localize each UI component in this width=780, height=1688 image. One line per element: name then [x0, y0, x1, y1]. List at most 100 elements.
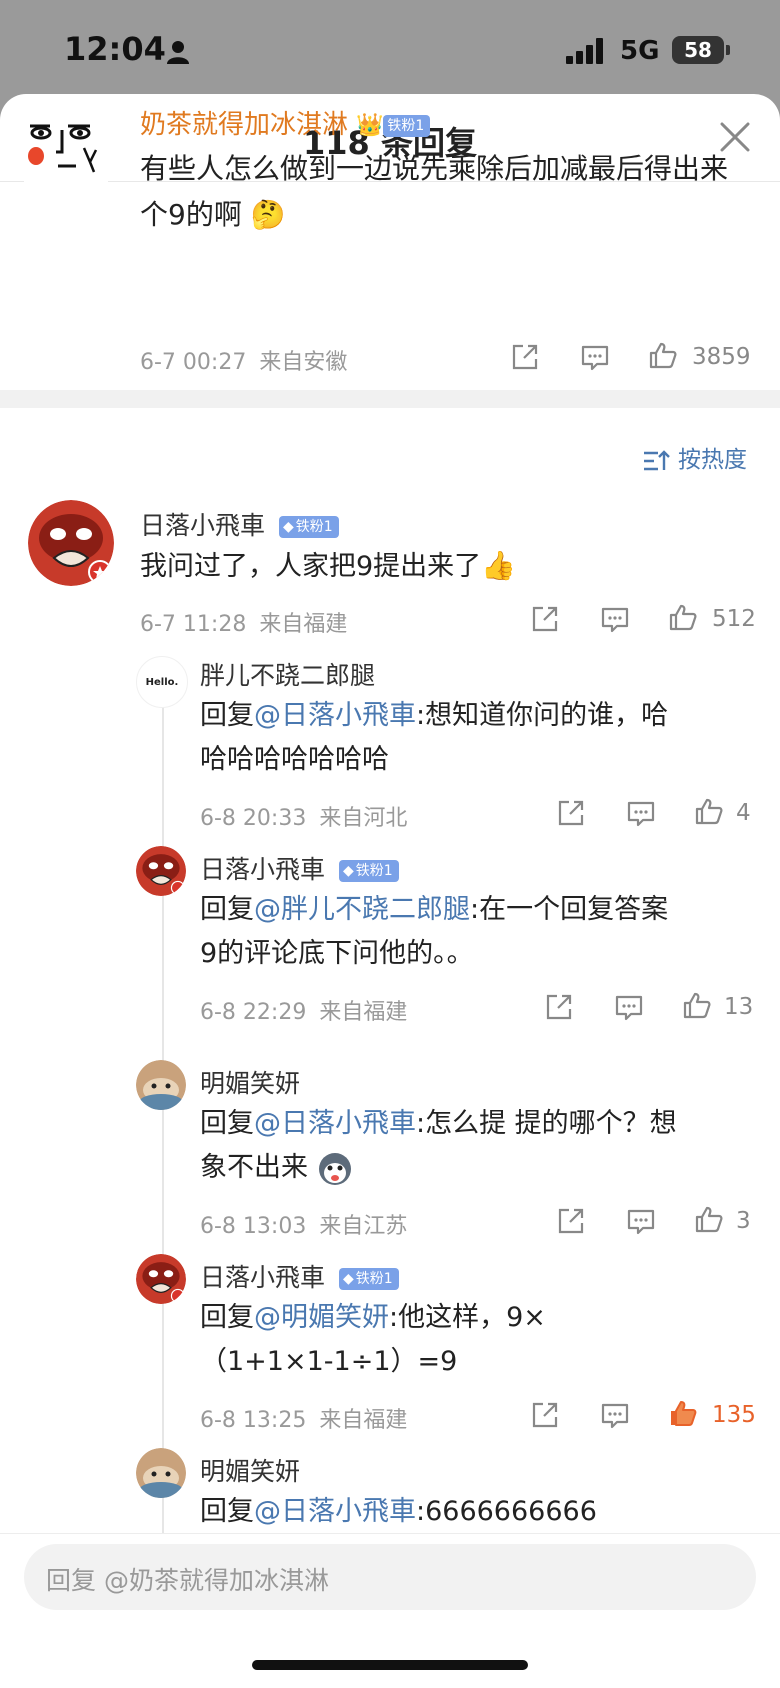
reply-location: 来自福建: [319, 1408, 408, 1433]
reply-username[interactable]: 日落小飛車 ◆ 铁粉1: [200, 1258, 399, 1294]
like-icon[interactable]: [648, 340, 678, 370]
reply-prefix: 回复: [200, 700, 254, 731]
liked-icon[interactable]: [668, 1398, 698, 1428]
reply-prefix: 回复: [200, 894, 254, 925]
reply-avatar[interactable]: Hello.: [136, 656, 188, 708]
reply-username[interactable]: 日落小飛車 ◆ 铁粉1: [200, 850, 399, 886]
main-comment-location: 来自安徽: [259, 350, 348, 375]
like-count: 13: [724, 994, 754, 1020]
network-type: 5G: [620, 36, 660, 66]
share-icon[interactable]: [530, 1400, 560, 1430]
share-icon[interactable]: [556, 1206, 586, 1236]
reply-username[interactable]: 胖儿不跷二郎腿: [200, 656, 375, 692]
reply-username-text[interactable]: 胖儿不跷二郎腿: [200, 661, 375, 690]
reply-username[interactable]: 明媚笑妍: [200, 1064, 300, 1100]
comment-icon[interactable]: [626, 798, 656, 828]
mention-link[interactable]: @日落小飛車: [254, 700, 416, 731]
reply-username[interactable]: 明媚笑妍: [200, 1452, 300, 1488]
comment-icon[interactable]: [580, 342, 610, 372]
reply-text: 回复@明媚笑妍:他这样，9× （1+1×1-1÷1）=9: [200, 1296, 740, 1384]
reply-avatar[interactable]: [28, 500, 114, 586]
share-icon[interactable]: [556, 798, 586, 828]
share-icon[interactable]: [510, 342, 540, 372]
crown-icon: 👑: [356, 113, 384, 138]
reply-username-text[interactable]: 日落小飛車: [200, 1263, 325, 1292]
like-icon[interactable]: [694, 796, 724, 826]
reply-text: 回复@胖儿不跷二郎腿:在一个回复答案 9的评论底下问他的。。: [200, 888, 740, 976]
reply-prefix: 回复: [200, 1496, 254, 1527]
reply-body: :想知道你问的谁，哈: [416, 700, 669, 731]
reply-username[interactable]: 日落小飛車 ◆ 铁粉1: [140, 506, 339, 542]
husky-emoji-icon: [318, 1152, 351, 1185]
reply-body-line2: 哈哈哈哈哈哈哈: [200, 744, 389, 775]
main-comment-username[interactable]: 奶茶就得加冰淇淋 👑 铁粉1: [140, 104, 431, 141]
status-time: 12:04: [64, 30, 166, 68]
reply-body: 我问过了，人家把9提出来了: [140, 551, 482, 582]
reply-avatar[interactable]: [136, 1060, 186, 1110]
thread-line: [162, 702, 164, 1540]
sort-icon: [644, 449, 670, 470]
comment-icon[interactable]: [626, 1206, 656, 1236]
fan-badge: ◆ 铁粉1: [278, 516, 339, 538]
mention-link[interactable]: @日落小飛車: [254, 1496, 416, 1527]
reply-body: :6666666666: [416, 1496, 597, 1527]
reply-location: 来自河北: [319, 806, 408, 831]
person-icon: [167, 41, 189, 64]
fan-badge: 铁粉1: [383, 114, 431, 137]
main-comment-text: 有些人怎么做到一边说先乘除后加减最后得出来个9的啊 🤔: [140, 146, 740, 238]
like-icon[interactable]: [682, 990, 712, 1020]
sort-by-hot-button[interactable]: 按热度: [642, 440, 747, 474]
reply-location: 来自福建: [259, 612, 348, 637]
comment-icon[interactable]: [600, 604, 630, 634]
comment-icon[interactable]: [600, 1400, 630, 1430]
reply-input-placeholder[interactable]: 回复 @奶茶就得加冰淇淋: [46, 1566, 329, 1595]
main-username-text[interactable]: 奶茶就得加冰淇淋: [140, 110, 348, 140]
share-icon[interactable]: [544, 992, 574, 1022]
reply-text: 我问过了，人家把9提出来了👍: [140, 544, 516, 589]
reply-avatar[interactable]: [136, 1448, 186, 1498]
avatar-text: Hello.: [145, 677, 179, 688]
reply-username-text[interactable]: 明媚笑妍: [200, 1457, 300, 1486]
like-count: 512: [712, 606, 756, 632]
main-comment-time: 6-7 00:27: [140, 350, 247, 375]
reply-body-line2: 9的评论底下问他的。。: [200, 938, 474, 969]
thinking-emoji-icon: 🤔: [250, 198, 286, 231]
fan-badge: ◆ 铁粉1: [338, 860, 399, 882]
reply-meta: 6-8 22:29 来自福建: [200, 994, 407, 1026]
main-comment-body: 有些人怎么做到一边说先乘除后加减最后得出来个9的啊: [140, 152, 729, 231]
share-icon[interactable]: [530, 604, 560, 634]
reply-meta: 6-8 20:33 来自河北: [200, 800, 407, 832]
like-icon[interactable]: [668, 602, 698, 632]
reply-username-text[interactable]: 日落小飛車: [140, 511, 265, 540]
sort-label[interactable]: 按热度: [678, 447, 747, 473]
like-count-liked: 135: [712, 1402, 756, 1428]
reply-text: 回复@日落小飛車:6666666666: [200, 1490, 740, 1534]
fan-badge: ◆ 铁粉1: [338, 1268, 399, 1290]
reply-meta: 6-8 13:03 来自江苏: [200, 1208, 407, 1240]
mention-link[interactable]: @日落小飛車: [254, 1108, 416, 1139]
reply-username-text[interactable]: 明媚笑妍: [200, 1069, 300, 1098]
reply-location: 来自福建: [319, 1000, 408, 1025]
like-icon[interactable]: [694, 1204, 724, 1234]
fan-badge-label: 铁粉1: [295, 519, 333, 535]
mention-link[interactable]: @明媚笑妍: [254, 1302, 389, 1333]
reply-body-line2: （1+1×1-1÷1）=9: [200, 1346, 458, 1377]
comment-icon[interactable]: [614, 992, 644, 1022]
reply-input[interactable]: 回复 @奶茶就得加冰淇淋: [24, 1544, 756, 1610]
reply-avatar[interactable]: [136, 1254, 186, 1304]
main-comment-avatar[interactable]: [24, 100, 108, 184]
like-count: 3859: [692, 344, 751, 370]
home-indicator[interactable]: [252, 1660, 528, 1670]
reply-text: 回复@日落小飛車:想知道你问的谁，哈 哈哈哈哈哈哈哈: [200, 694, 740, 782]
fan-badge-label: 铁粉1: [355, 1271, 393, 1287]
main-comment-meta: 6-7 00:27 来自安徽: [140, 344, 347, 376]
like-count: 4: [736, 800, 751, 826]
reply-avatar[interactable]: [136, 846, 186, 896]
reply-time: 6-8 22:29: [200, 1000, 307, 1025]
reply-body: :在一个回复答案: [470, 894, 669, 925]
fan-badge-label: 铁粉1: [387, 117, 425, 134]
like-count: 3: [736, 1208, 751, 1234]
mention-link[interactable]: @胖儿不跷二郎腿: [254, 894, 470, 925]
reply-username-text[interactable]: 日落小飛車: [200, 855, 325, 884]
reply-meta: 6-7 11:28 来自福建: [140, 606, 347, 638]
